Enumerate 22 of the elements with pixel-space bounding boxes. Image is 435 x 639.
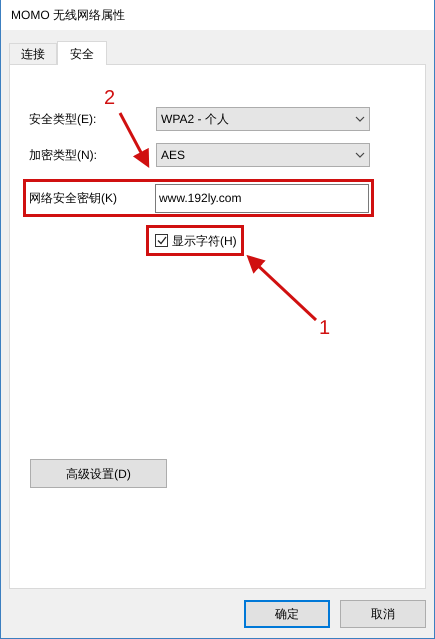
annotation-arrow	[118, 112, 150, 168]
dropdown[interactable]: WPA2 - 个人	[156, 107, 370, 131]
checkbox[interactable]	[155, 234, 168, 247]
tab[interactable]: 安全	[57, 41, 107, 65]
annotation-arrow	[246, 254, 318, 322]
field-label: 加密类型(N):	[28, 147, 98, 164]
key-input-field[interactable]: www.192ly.com	[155, 184, 369, 212]
advanced-settings-button[interactable]: 高级设置(D)	[30, 459, 167, 488]
annotation-number: 2	[104, 88, 116, 108]
chevron-down-icon	[355, 152, 365, 158]
field-label: 网络安全密钥(K)	[28, 190, 118, 207]
dialog-button[interactable]: 确定	[244, 600, 330, 628]
window-title: MOMO 无线网络属性	[11, 7, 125, 24]
dropdown-value: AES	[161, 147, 186, 164]
tab[interactable]: 连接	[9, 43, 57, 64]
checkbox-label: 显示字符(H)	[172, 232, 237, 250]
dialog-button[interactable]: 取消	[340, 600, 426, 628]
dropdown-value: WPA2 - 个人	[161, 111, 229, 128]
chevron-down-icon	[355, 116, 365, 122]
field-label: 安全类型(E):	[28, 111, 98, 128]
annotation-number: 1	[319, 318, 330, 338]
dropdown[interactable]: AES	[156, 143, 370, 167]
